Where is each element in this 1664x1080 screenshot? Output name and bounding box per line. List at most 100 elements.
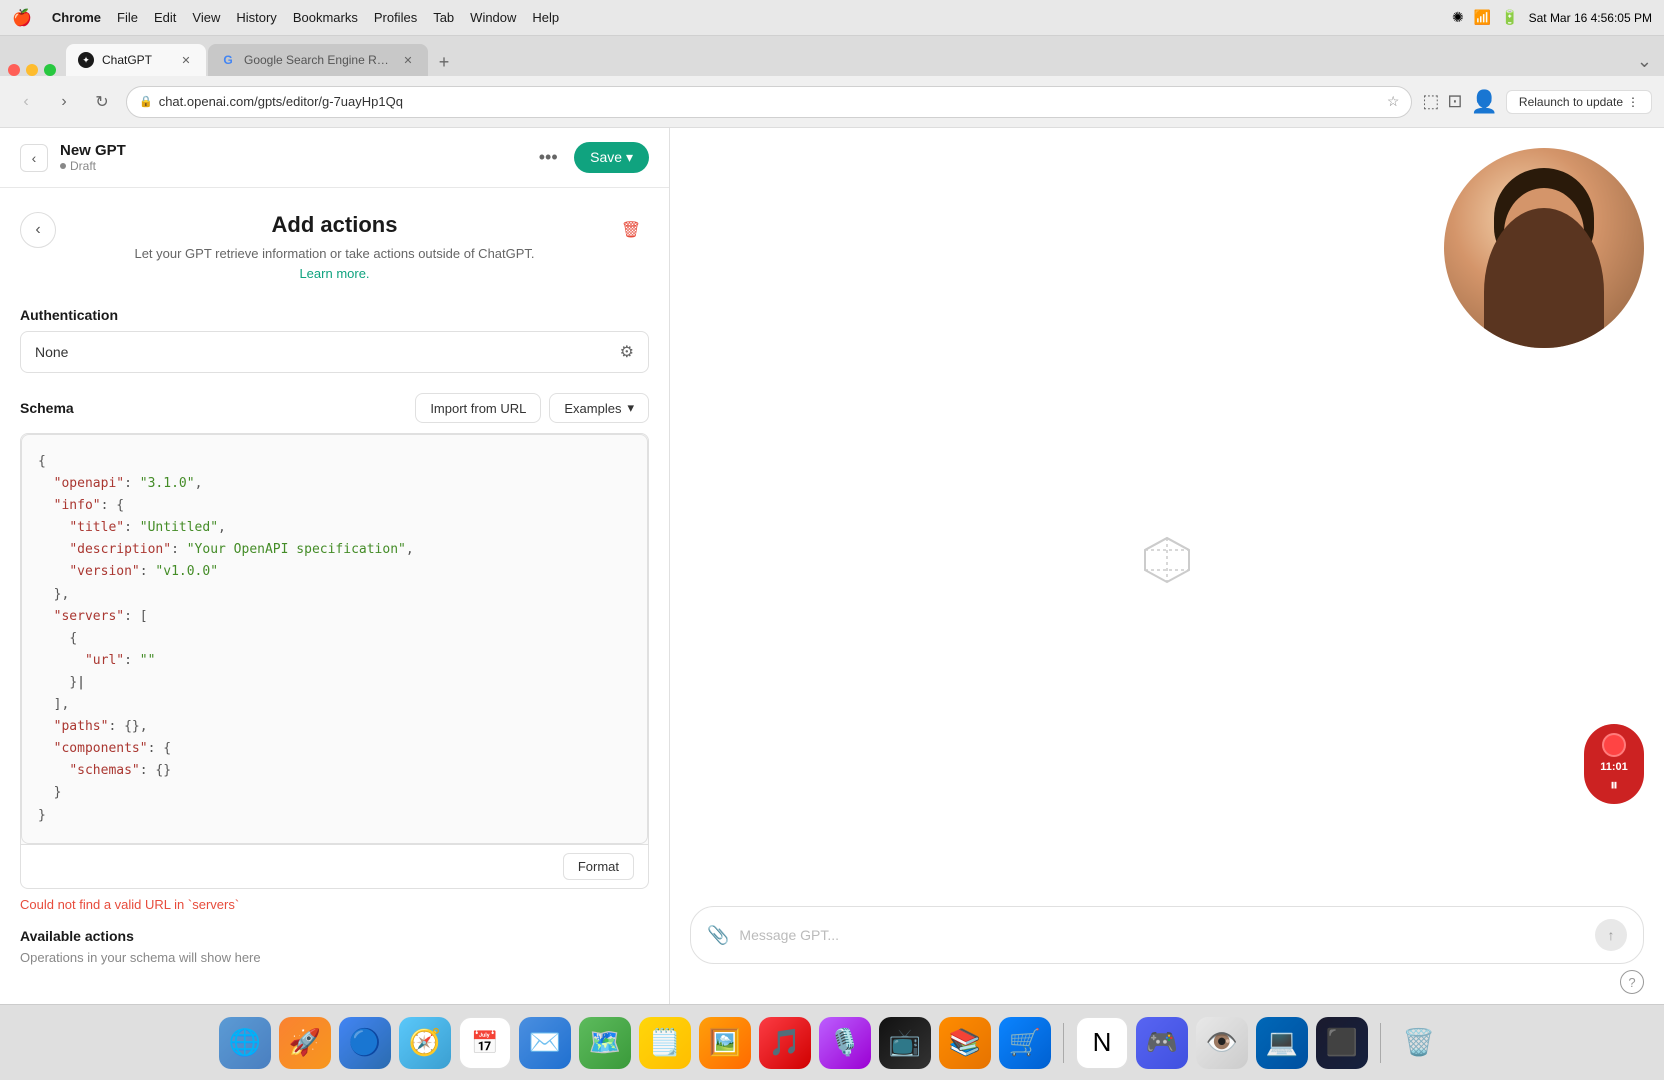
tab-google[interactable]: G Google Search Engine Resul... ✕ <box>208 44 428 76</box>
dock-notion[interactable]: N <box>1076 1017 1128 1069</box>
chat-input-area: 📎 Message GPT... ↑ <box>690 906 1644 964</box>
dock-iterm[interactable]: ⬛ <box>1316 1017 1368 1069</box>
dock-maps[interactable]: 🗺️ <box>579 1017 631 1069</box>
import-from-url-button[interactable]: Import from URL <box>415 393 541 423</box>
dock-mail[interactable]: ✉️ <box>519 1017 571 1069</box>
menu-history[interactable]: History <box>236 10 276 25</box>
chat-input-placeholder[interactable]: Message GPT... <box>739 927 1585 943</box>
dock-books[interactable]: 📚 <box>939 1017 991 1069</box>
save-button[interactable]: Save ▾ <box>574 142 649 173</box>
gpt-back-button[interactable]: ‹ <box>20 144 48 172</box>
chat-send-button[interactable]: ↑ <box>1595 919 1627 951</box>
delete-button[interactable]: 🗑 <box>613 212 649 248</box>
recording-widget[interactable]: 11:01 ⏸ <box>1584 724 1644 804</box>
tab-dropdown-btn[interactable]: ⌄ <box>1633 47 1656 76</box>
tab-google-close[interactable]: ✕ <box>400 52 416 68</box>
dock-preview[interactable]: 👁️ <box>1196 1017 1248 1069</box>
schema-header: Schema Import from URL Examples ▾ <box>20 393 649 423</box>
back-nav-btn[interactable]: ‹ <box>12 88 40 116</box>
maximize-window-btn[interactable] <box>44 64 56 76</box>
menu-help[interactable]: Help <box>532 10 559 25</box>
system-icon-2: 📶 <box>1474 9 1491 26</box>
tab-chatgpt-close[interactable]: ✕ <box>178 52 194 68</box>
dock-separator-1 <box>1063 1023 1064 1063</box>
menu-edit[interactable]: Edit <box>154 10 176 25</box>
tab-chatgpt-favicon: ✦ <box>78 52 94 68</box>
menu-window[interactable]: Window <box>470 10 516 25</box>
video-placeholder <box>1444 148 1644 348</box>
authentication-value: None <box>35 344 620 360</box>
tab-google-favicon: G <box>220 52 236 68</box>
add-actions-title-block: Add actions Let your GPT retrieve inform… <box>56 212 613 283</box>
tab-bar: ✦ ChatGPT ✕ G Google Search Engine Resul… <box>0 36 1664 76</box>
dock-discord[interactable]: 🎮 <box>1136 1017 1188 1069</box>
recording-time: 11:01 <box>1600 761 1628 773</box>
extensions-icon[interactable]: ⬚ <box>1422 91 1439 112</box>
page-content: ‹ New GPT Draft ••• Save ▾ ‹ <box>0 128 1664 1004</box>
dock-notes[interactable]: 🗒️ <box>639 1017 691 1069</box>
gear-icon[interactable]: ⚙ <box>620 342 634 362</box>
more-options-button[interactable]: ••• <box>532 142 564 174</box>
menu-profiles[interactable]: Profiles <box>374 10 417 25</box>
gpt-name: New GPT <box>60 142 126 159</box>
available-actions-description: Operations in your schema will show here <box>20 950 649 965</box>
user-profile-icon[interactable]: 👤 <box>1471 89 1498 115</box>
schema-code: { "openapi": "3.1.0", "info": { "title":… <box>38 451 631 827</box>
menu-bar-right: ✺ 📶 🔋 Sat Mar 16 4:56:05 PM <box>1452 9 1652 26</box>
split-view-icon[interactable]: ⊡ <box>1447 91 1462 112</box>
apple-menu[interactable]: 🍎 <box>12 8 32 28</box>
dock-chrome[interactable]: 🔵 <box>339 1017 391 1069</box>
gpt-status: Draft <box>60 159 126 173</box>
menu-view[interactable]: View <box>192 10 220 25</box>
url-bar[interactable]: 🔒 chat.openai.com/gpts/editor/g-7uayHp1Q… <box>126 86 1412 118</box>
lock-icon: 🔒 <box>139 95 153 108</box>
forward-nav-btn[interactable]: › <box>50 88 78 116</box>
menu-tab[interactable]: Tab <box>433 10 454 25</box>
add-actions-header: ‹ Add actions Let your GPT retrieve info… <box>20 212 649 283</box>
add-actions-content: ‹ Add actions Let your GPT retrieve info… <box>0 188 669 1004</box>
left-panel: ‹ New GPT Draft ••• Save ▾ ‹ <box>0 128 670 1004</box>
add-actions-back-button[interactable]: ‹ <box>20 212 56 248</box>
address-bar-actions: ⬚ ⊡ 👤 Relaunch to update ⋮ <box>1422 89 1652 115</box>
dock-tv[interactable]: 📺 <box>879 1017 931 1069</box>
menu-file[interactable]: File <box>117 10 138 25</box>
close-window-btn[interactable] <box>8 64 20 76</box>
authentication-selector[interactable]: None ⚙ <box>20 331 649 373</box>
learn-more-link[interactable]: Learn more. <box>299 266 369 281</box>
new-tab-button[interactable]: + <box>430 48 458 76</box>
draft-indicator <box>60 163 66 169</box>
dock-trash[interactable]: 🗑️ <box>1393 1017 1445 1069</box>
schema-editor[interactable]: { "openapi": "3.1.0", "info": { "title":… <box>21 434 648 844</box>
menu-chrome[interactable]: Chrome <box>52 10 101 25</box>
dock-calendar[interactable]: 📅 <box>459 1017 511 1069</box>
help-icon[interactable]: ? <box>1620 970 1644 994</box>
menu-bookmarks[interactable]: Bookmarks <box>293 10 358 25</box>
attach-icon[interactable]: 📎 <box>707 925 729 946</box>
schema-actions: Import from URL Examples ▾ <box>415 393 649 423</box>
examples-button[interactable]: Examples ▾ <box>549 393 649 423</box>
dock-finder[interactable]: 🌐 <box>219 1017 271 1069</box>
url-text: chat.openai.com/gpts/editor/g-7uayHp1Qq <box>159 94 1381 109</box>
right-panel: 11:01 ⏸ 📎 Message GPT... ↑ ? <box>670 128 1664 1004</box>
reload-nav-btn[interactable]: ↻ <box>88 88 116 116</box>
schema-label: Schema <box>20 400 74 416</box>
format-button[interactable]: Format <box>563 853 634 880</box>
gpt-editor-header: ‹ New GPT Draft ••• Save ▾ <box>0 128 669 188</box>
tab-chatgpt[interactable]: ✦ ChatGPT ✕ <box>66 44 206 76</box>
dock-safari[interactable]: 🧭 <box>399 1017 451 1069</box>
dock-photos[interactable]: 🖼️ <box>699 1017 751 1069</box>
bookmark-star-icon[interactable]: ☆ <box>1387 93 1400 110</box>
video-overlay <box>1444 148 1644 348</box>
chevron-down-icon: ▾ <box>627 400 634 416</box>
pause-icon: ⏸ <box>1610 777 1618 795</box>
dock-podcasts[interactable]: 🎙️ <box>819 1017 871 1069</box>
relaunch-button[interactable]: Relaunch to update ⋮ <box>1506 90 1652 114</box>
dock-music[interactable]: 🎵 <box>759 1017 811 1069</box>
system-icon-1: ✺ <box>1452 9 1464 26</box>
dock-launchpad[interactable]: 🚀 <box>279 1017 331 1069</box>
minimize-window-btn[interactable] <box>26 64 38 76</box>
dock-appstore[interactable]: 🛒 <box>999 1017 1051 1069</box>
tab-google-label: Google Search Engine Resul... <box>244 53 392 67</box>
authentication-label: Authentication <box>20 307 649 323</box>
dock-vscode[interactable]: 💻 <box>1256 1017 1308 1069</box>
